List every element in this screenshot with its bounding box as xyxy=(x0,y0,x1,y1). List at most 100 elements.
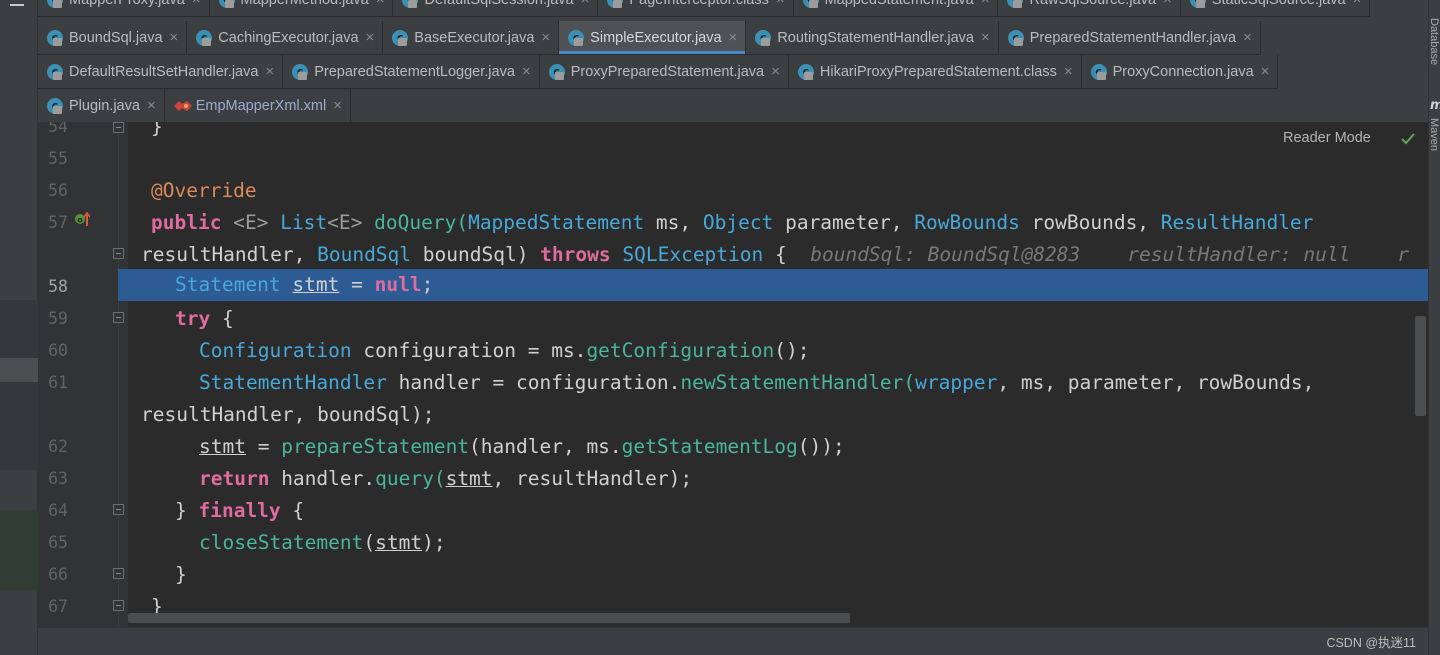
editor-tab-label: ProxyPreparedStatement.java xyxy=(570,63,765,80)
code-editor[interactable]: 54 55 56 57 58 59 60 61 62 63 64 65 66 6… xyxy=(38,122,1428,627)
editor-tab-label: PreparedStatementLogger.java xyxy=(314,63,515,80)
project-panel-edge-green xyxy=(0,510,38,590)
method-name-doquery: doQuery xyxy=(374,211,457,234)
code-line-66: } xyxy=(175,563,187,586)
editor-tab[interactable]: c PreparedStatementLogger.java × xyxy=(283,55,540,89)
line-number: 63 xyxy=(48,469,68,488)
editor-tab[interactable]: c CachingExecutor.java × xyxy=(187,21,384,55)
java-class-icon: c xyxy=(1189,0,1207,9)
editor-tab[interactable]: EmpMapperXml.xml × xyxy=(164,89,351,123)
fold-guide xyxy=(118,122,119,627)
fold-marker[interactable] xyxy=(113,568,124,579)
close-tab-icon[interactable]: × xyxy=(776,0,785,8)
code-line-60: Configuration configuration = ms.getConf… xyxy=(199,339,810,362)
java-class-icon: c xyxy=(391,29,409,47)
editor-tab-label: MapperMethod.java xyxy=(241,0,369,8)
close-tab-icon[interactable]: × xyxy=(729,29,738,46)
editor-tab-label: PageInterceptor.class xyxy=(629,0,768,8)
java-class-icon: c xyxy=(754,29,772,47)
project-panel-selection xyxy=(0,358,38,382)
java-class-icon: c xyxy=(797,63,815,81)
editor-tab-label: MappedStatement.java xyxy=(825,0,974,8)
close-tab-icon[interactable]: × xyxy=(1064,63,1073,80)
close-tab-icon[interactable]: × xyxy=(581,0,590,8)
close-tab-icon[interactable]: × xyxy=(1353,0,1362,8)
inspection-ok-icon[interactable] xyxy=(1400,130,1416,146)
close-tab-icon[interactable]: × xyxy=(265,63,274,80)
close-tab-icon[interactable]: × xyxy=(1163,0,1172,8)
status-bar: CSDN @执迷11 xyxy=(38,627,1428,655)
java-class-icon: c xyxy=(1007,29,1025,47)
close-tab-icon[interactable]: × xyxy=(170,29,179,46)
close-tab-icon[interactable]: × xyxy=(333,97,342,114)
editor-tab[interactable]: c MappedStatement.java × xyxy=(793,0,999,17)
left-tool-strip xyxy=(0,0,38,655)
maven-tool-button[interactable]: Maven xyxy=(1429,118,1440,151)
java-class-icon: c xyxy=(291,63,309,81)
close-tab-icon[interactable]: × xyxy=(147,97,156,114)
close-tab-icon[interactable]: × xyxy=(981,0,990,8)
reader-mode-button[interactable]: Reader Mode xyxy=(1283,130,1371,146)
line-number-current: 58 xyxy=(48,277,68,296)
debug-inline-value: boundSql: BoundSql@8283 xyxy=(810,243,1081,266)
close-tab-icon[interactable]: × xyxy=(981,29,990,46)
close-tab-icon[interactable]: × xyxy=(1243,29,1252,46)
editor-tab[interactable]: cProxyConnection.java × xyxy=(1081,55,1279,89)
editor-tab[interactable]: cHikariProxyPreparedStatement.class × xyxy=(788,55,1082,89)
override-annotation: @Override xyxy=(151,179,257,202)
editor-tab[interactable]: c MapperMethod.java × xyxy=(209,0,394,17)
editor-tab[interactable]: c BoundSql.java × xyxy=(38,21,188,55)
java-class-icon: c xyxy=(548,63,566,81)
overridden-method-icon[interactable]: o xyxy=(74,211,90,227)
editor-tab[interactable]: c RawSqlSource.java × xyxy=(998,0,1181,17)
code-line-61-continued: resultHandler, boundSql); xyxy=(141,403,435,426)
editor-tab[interactable]: c RoutingStatementHandler.java × xyxy=(746,21,999,55)
close-tab-icon[interactable]: × xyxy=(376,0,385,8)
close-tab-icon[interactable]: × xyxy=(192,0,201,8)
svg-text:o: o xyxy=(77,216,83,225)
collapse-icon[interactable] xyxy=(10,4,24,6)
editor-tab-label: BoundSql.java xyxy=(69,29,163,46)
java-class-icon: c xyxy=(802,0,820,9)
editor-tab[interactable]: c BaseExecutor.java × xyxy=(383,21,560,55)
fold-marker[interactable] xyxy=(113,248,124,259)
xml-file-icon xyxy=(173,97,192,115)
line-number: 55 xyxy=(48,149,68,168)
line-number: 57 xyxy=(48,213,68,232)
fold-marker[interactable] xyxy=(113,122,124,133)
editor-tab[interactable]: c StaticSqlSource.java × xyxy=(1180,0,1371,17)
fold-marker[interactable] xyxy=(113,312,124,323)
close-tab-icon[interactable]: × xyxy=(366,29,375,46)
maven-icon[interactable]: m xyxy=(1430,98,1440,113)
line-number: 60 xyxy=(48,341,68,360)
tab-row: c DefaultResultSetHandler.java × c PreparedS… xyxy=(38,55,1279,89)
close-tab-icon[interactable]: × xyxy=(771,63,780,80)
editor-tab[interactable]: c DefaultSqlSession.java × xyxy=(393,0,599,17)
fold-marker[interactable] xyxy=(113,504,124,515)
editor-tab[interactable]: cProxyPreparedStatement.java × xyxy=(539,55,789,89)
editor-tab[interactable]: c Plugin.java × xyxy=(38,89,165,123)
close-tab-icon[interactable]: × xyxy=(541,29,550,46)
editor-tab-label: PreparedStatementHandler.java xyxy=(1029,29,1237,46)
editor-tab-label: CachingExecutor.java xyxy=(218,29,359,46)
editor-tab-label: RoutingStatementHandler.java xyxy=(777,29,974,46)
close-tab-icon[interactable]: × xyxy=(522,63,531,80)
close-tab-icon[interactable]: × xyxy=(1261,63,1270,80)
editor-tab[interactable]: c SimpleExecutor.java × xyxy=(559,21,747,55)
java-class-icon: c xyxy=(1006,0,1024,9)
vertical-scrollbar[interactable] xyxy=(1415,316,1426,416)
java-class-icon: c xyxy=(401,0,419,9)
line-number: 59 xyxy=(48,309,68,328)
line-number: 65 xyxy=(48,533,68,552)
editor-tab[interactable]: c MapperProxy.java × xyxy=(38,0,210,17)
editor-tab[interactable]: cPreparedStatementHandler.java × xyxy=(998,21,1261,55)
editor-tab-bar: c MapperProxy.java × c MapperMethod.java × c De… xyxy=(38,0,1428,123)
horizontal-scrollbar[interactable] xyxy=(128,613,850,623)
code-line-54: } xyxy=(151,122,163,138)
editor-tab[interactable]: c PageInterceptor.class × xyxy=(598,0,794,17)
project-panel-edge xyxy=(0,300,38,470)
editor-tab[interactable]: c DefaultResultSetHandler.java × xyxy=(38,55,284,89)
database-tool-button[interactable]: Database xyxy=(1429,18,1440,65)
java-class-icon: c xyxy=(46,29,64,47)
fold-marker[interactable] xyxy=(113,600,124,611)
